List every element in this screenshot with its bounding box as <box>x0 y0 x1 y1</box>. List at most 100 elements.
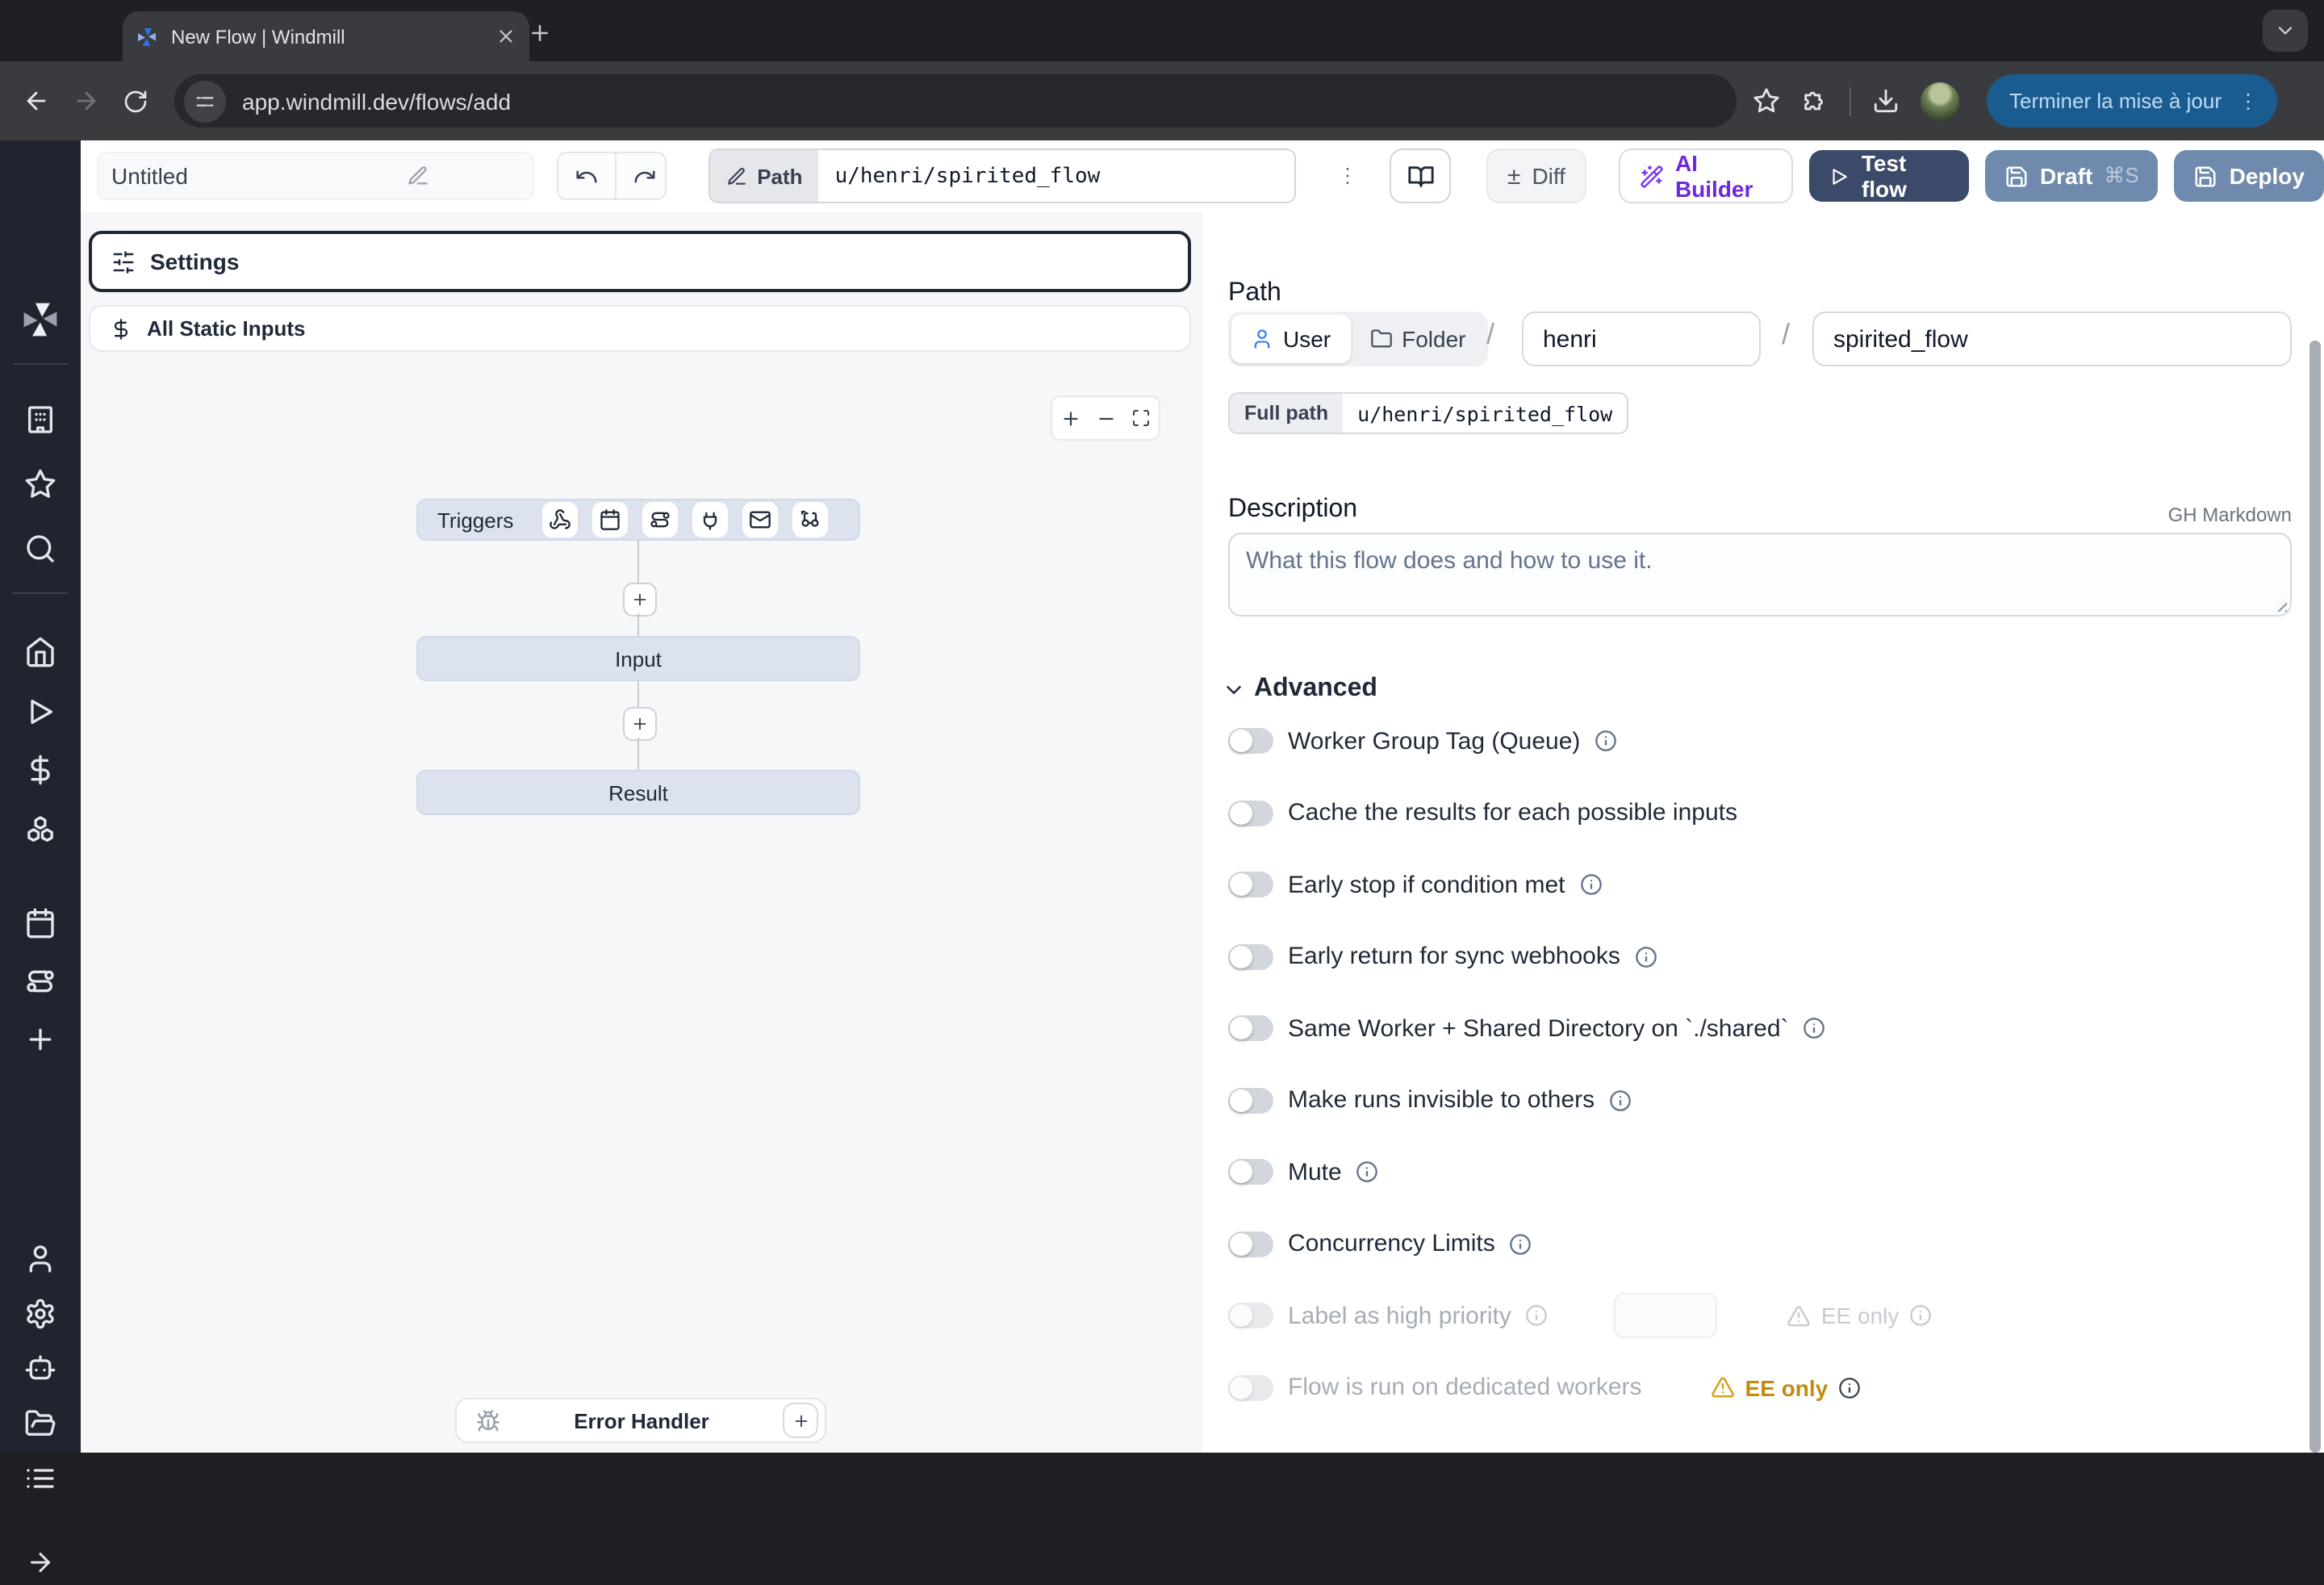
profile-avatar[interactable] <box>1921 82 1959 120</box>
fit-view-icon[interactable] <box>1132 408 1152 428</box>
priority-input[interactable] <box>1615 1293 1718 1338</box>
all-static-inputs-card[interactable]: All Static Inputs <box>89 305 1191 352</box>
more-options-icon[interactable] <box>1335 163 1361 189</box>
toggle-same-worker-shared-directory-on-shared[interactable] <box>1228 1015 1273 1041</box>
deploy-button[interactable]: Deploy <box>2175 150 2324 202</box>
toggle-mute[interactable] <box>1228 1159 1273 1185</box>
insert-step-button[interactable] <box>623 583 657 617</box>
sidebar-item-logs[interactable] <box>18 1456 63 1501</box>
path-owner-input[interactable] <box>1522 312 1761 366</box>
info-icon[interactable] <box>1908 1304 1931 1327</box>
back-button[interactable] <box>23 87 50 115</box>
info-icon[interactable] <box>1356 1161 1379 1183</box>
forward-button[interactable] <box>73 87 100 115</box>
new-tab-button[interactable] <box>528 21 552 45</box>
toggle-concurrency-limits[interactable] <box>1228 1231 1273 1257</box>
sidebar-item-search[interactable] <box>18 526 63 571</box>
input-node[interactable]: Input <box>416 636 860 681</box>
toggle-label-as-high-priority[interactable] <box>1228 1303 1273 1328</box>
browser-tab-strip: New Flow | Windmill <box>0 0 2324 61</box>
sidebar-item-resources[interactable] <box>18 806 63 851</box>
folder-icon <box>1369 328 1392 350</box>
trigger-email-button[interactable] <box>742 502 778 537</box>
info-icon[interactable] <box>1609 1089 1632 1111</box>
sidebar-item-settings[interactable] <box>18 1291 63 1336</box>
triggers-node[interactable]: Triggers <box>416 499 860 541</box>
path-name-input[interactable] <box>1812 312 2292 366</box>
description-section-title: Description <box>1228 496 1357 525</box>
reload-button[interactable] <box>123 88 148 114</box>
browser-menu-icon[interactable] <box>2234 88 2260 114</box>
windmill-logo[interactable] <box>19 299 61 341</box>
toggle-flow-is-run-on-dedicated-workers[interactable] <box>1228 1374 1273 1400</box>
toggle-early-return-for-sync-webhooks[interactable] <box>1228 943 1273 969</box>
download-icon[interactable] <box>1872 87 1900 115</box>
sidebar-item-workers[interactable] <box>18 1346 63 1391</box>
error-handler-node[interactable]: Error Handler <box>455 1398 826 1443</box>
sidebar-item-runs[interactable] <box>18 688 63 734</box>
docs-button[interactable] <box>1390 148 1451 203</box>
info-icon[interactable] <box>1510 1232 1532 1255</box>
sidebar-item-expand[interactable] <box>18 1540 63 1585</box>
ai-builder-button[interactable]: AI Builder <box>1619 148 1794 203</box>
undo-button[interactable] <box>558 153 614 199</box>
redo-button[interactable] <box>614 153 667 199</box>
sidebar-item-variables[interactable] <box>18 747 63 792</box>
flow-settings-panel: Path User Folder / / Full path u/henri/s… <box>1202 211 2324 1453</box>
draft-button[interactable]: Draft ⌘S <box>1985 150 2159 202</box>
owner-kind-folder[interactable]: Folder <box>1350 315 1485 363</box>
trigger-webhook-button[interactable] <box>542 502 578 537</box>
bookmark-star-icon[interactable] <box>1753 87 1780 115</box>
zoom-out-icon[interactable] <box>1096 408 1117 429</box>
browser-tab[interactable]: New Flow | Windmill <box>123 11 529 61</box>
url-bar[interactable]: app.windmill.dev/flows/add <box>174 74 1737 128</box>
toggle-early-stop-if-condition-met[interactable] <box>1228 872 1273 897</box>
sidebar-item-workspace[interactable] <box>18 397 63 442</box>
update-browser-button[interactable]: Terminer la mise à jour <box>1987 74 2276 128</box>
toggle-make-runs-invisible-to-others[interactable] <box>1228 1087 1273 1113</box>
info-icon[interactable] <box>1526 1304 1549 1327</box>
trigger-http-route-button[interactable] <box>642 502 678 537</box>
trigger-schedule-button[interactable] <box>592 502 628 537</box>
zoom-in-icon[interactable] <box>1060 408 1080 429</box>
runs-icon <box>24 695 56 727</box>
sidebar-item-create[interactable] <box>18 1017 63 1062</box>
owner-kind-user[interactable]: User <box>1231 315 1350 363</box>
description-textarea[interactable] <box>1228 533 2292 617</box>
sidebar-item-schedules[interactable] <box>18 901 63 946</box>
path-editor[interactable]: Path u/henri/spirited_flow <box>708 148 1297 203</box>
sidebar-item-home[interactable] <box>18 629 63 675</box>
trigger-poll-button[interactable] <box>792 502 828 537</box>
flow-name-input[interactable]: Untitled <box>97 152 533 200</box>
extensions-icon[interactable] <box>1801 87 1829 115</box>
trigger-webhook-icon <box>549 508 571 531</box>
info-icon[interactable] <box>1595 730 1617 752</box>
advanced-section-header[interactable]: Advanced <box>1222 675 1377 704</box>
description-field-wrap <box>1228 533 2292 617</box>
insert-step-button[interactable] <box>623 707 657 741</box>
result-node[interactable]: Result <box>416 770 860 815</box>
settings-card[interactable]: Settings <box>89 231 1191 292</box>
sidebar-item-flows[interactable] <box>18 959 63 1004</box>
trigger-websocket-button[interactable] <box>692 502 728 537</box>
path-value[interactable]: u/henri/spirited_flow <box>819 150 1295 202</box>
toggle-worker-group-tag-queue[interactable] <box>1228 728 1273 754</box>
info-icon[interactable] <box>1804 1017 1826 1039</box>
sidebar-item-favorites[interactable] <box>18 462 63 507</box>
test-flow-button[interactable]: Test flow <box>1810 150 1969 202</box>
tab-search-chevron[interactable] <box>2263 10 2308 52</box>
info-icon[interactable] <box>1635 945 1657 968</box>
info-icon[interactable] <box>1837 1376 1860 1399</box>
chevron-down-icon <box>1222 677 1246 701</box>
add-error-handler-button[interactable] <box>783 1403 818 1438</box>
tab-close-icon[interactable] <box>495 26 516 47</box>
info-icon[interactable] <box>1580 873 1603 896</box>
diff-button[interactable]: ± Diff <box>1486 148 1586 203</box>
toggle-cache-the-results-for-each-possible-inputs[interactable] <box>1228 800 1273 826</box>
toggle-knob <box>1230 1089 1252 1111</box>
flow-editor-header: Untitled Path u/henri/spirited_flow ± Di… <box>81 140 2324 213</box>
sidebar-item-account[interactable] <box>18 1236 63 1282</box>
sidebar-item-folders[interactable] <box>18 1401 63 1446</box>
panel-scrollbar-thumb[interactable] <box>2309 341 2321 1453</box>
site-info-button[interactable] <box>184 80 226 122</box>
